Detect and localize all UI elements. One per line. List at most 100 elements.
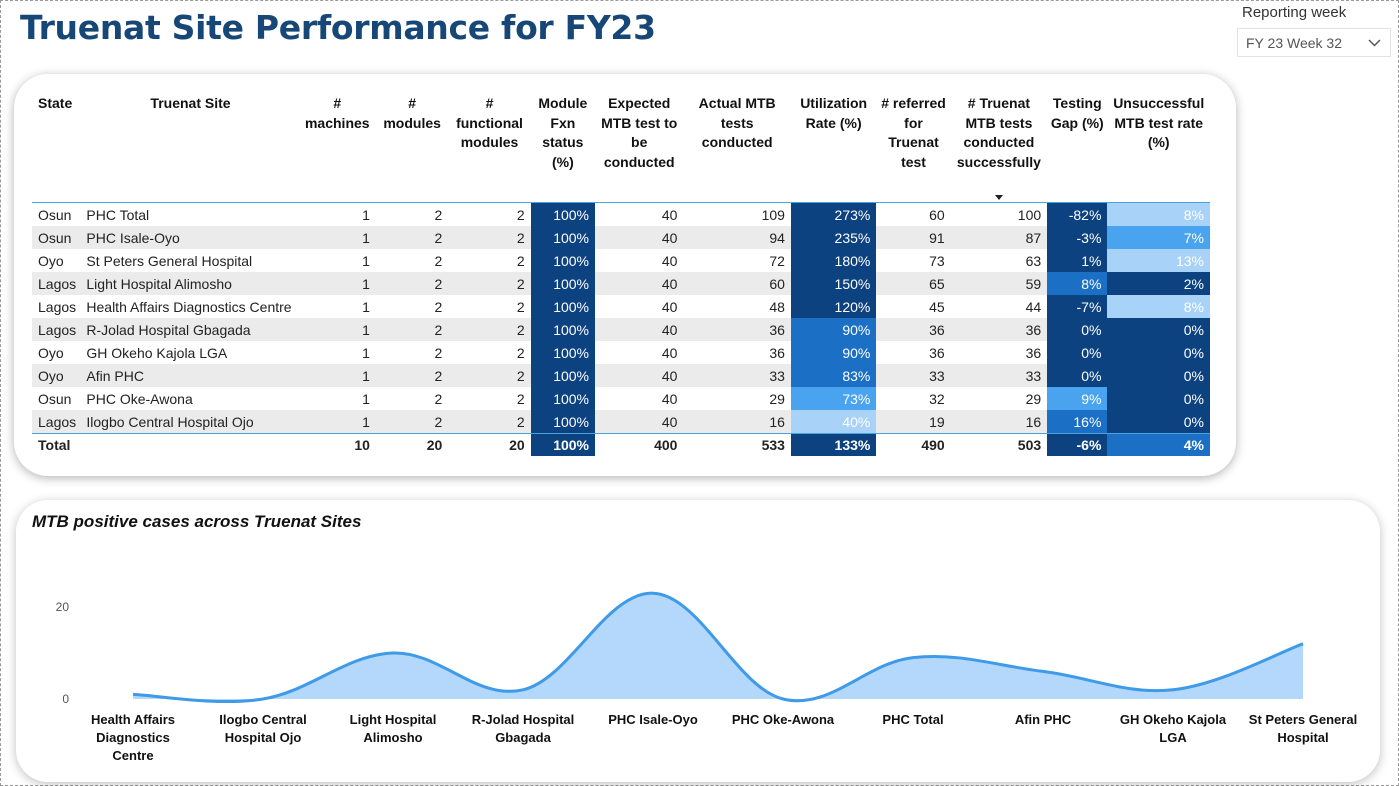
table-row[interactable]: Osun PHC Isale-Oyo 1 2 2 100% 40 94 235% 91 87 -3% 7… <box>32 226 1210 249</box>
table-row[interactable]: Oyo St Peters General Hospital 1 2 2 100% 40 72… <box>32 249 1210 272</box>
row-expected-tests: 40 <box>595 226 684 249</box>
column-header-referred[interactable]: # referred for Truenat test <box>876 94 951 203</box>
row-expected-tests: 40 <box>595 410 684 434</box>
total-machines: 10 <box>298 433 376 456</box>
row-modules: 2 <box>375 249 449 272</box>
row-successful-tests: 16 <box>950 410 1048 434</box>
reporting-week-dropdown[interactable]: FY 23 Week 32 <box>1237 28 1391 57</box>
row-expected-tests: 40 <box>595 295 684 318</box>
row-machines: 1 <box>298 249 376 272</box>
row-modules: 2 <box>375 387 449 410</box>
row-referred: 45 <box>876 295 951 318</box>
row-site: Light Hospital Alimosho <box>82 272 299 295</box>
table-row[interactable]: Lagos R-Jolad Hospital Gbagada 1 2 2 100% 40 36… <box>32 318 1210 341</box>
total-testing-gap: -6% <box>1047 433 1108 456</box>
column-header-unsuccessful-rate[interactable]: Unsuccessful MTB test rate (%) <box>1107 94 1210 203</box>
row-machines: 1 <box>298 341 376 364</box>
data-point[interactable] <box>908 653 918 663</box>
row-referred: 33 <box>876 364 951 387</box>
row-expected-tests: 40 <box>595 387 684 410</box>
row-expected-tests: 40 <box>595 318 684 341</box>
total-utilization-rate: 133% <box>790 433 877 456</box>
row-state: Osun <box>32 226 83 249</box>
row-actual-tests: 48 <box>683 295 791 318</box>
row-machines: 1 <box>298 295 376 318</box>
row-utilization-rate: 73% <box>790 387 877 410</box>
column-header-actual-tests[interactable]: Actual MTB tests conducted <box>683 94 791 203</box>
table-row[interactable]: Osun PHC Oke-Awona 1 2 2 100% 40 29 73% 32 29 9% 0% <box>32 387 1210 410</box>
row-modules: 2 <box>375 295 449 318</box>
data-point[interactable] <box>648 588 658 598</box>
mtb-positive-chart-card: MTB positive cases across Truenat Sites … <box>16 500 1380 782</box>
row-testing-gap: 0% <box>1047 318 1108 341</box>
row-testing-gap: -82% <box>1047 202 1108 226</box>
row-testing-gap: 16% <box>1047 410 1108 434</box>
row-modules: 2 <box>375 226 449 249</box>
row-actual-tests: 33 <box>683 364 791 387</box>
column-header-functional-modules[interactable]: # functional modules <box>448 94 531 203</box>
row-successful-tests: 59 <box>950 272 1048 295</box>
table-row[interactable]: Oyo GH Okeho Kajola LGA 1 2 2 100% 40 36 90% 36 36… <box>32 341 1210 364</box>
column-header-successful-tests-label: # Truenat MTB tests conducted successful… <box>956 95 1041 170</box>
row-successful-tests: 44 <box>950 295 1048 318</box>
table-row[interactable]: Lagos Health Affairs Diagnostics Centre 1 2… <box>32 295 1210 318</box>
row-state: Lagos <box>32 295 83 318</box>
column-header-expected-tests[interactable]: Expected MTB test to be conducted <box>595 94 684 203</box>
data-point[interactable] <box>1298 639 1308 649</box>
data-point[interactable] <box>1168 685 1178 695</box>
data-point[interactable] <box>518 685 528 695</box>
column-header-machines[interactable]: # machines <box>298 94 376 203</box>
row-module-fxn-status: 100% <box>530 249 595 272</box>
column-header-site[interactable]: Truenat Site <box>82 94 299 203</box>
row-referred: 19 <box>876 410 951 434</box>
sort-descending-icon <box>994 195 1003 200</box>
row-utilization-rate: 83% <box>790 364 877 387</box>
x-tick-label: Afin PHC <box>1015 712 1072 727</box>
table-row[interactable]: Lagos Light Hospital Alimosho 1 2 2 100% 40 60 1… <box>32 272 1210 295</box>
row-testing-gap: 8% <box>1047 272 1108 295</box>
row-machines: 1 <box>298 410 376 434</box>
area-fill <box>133 593 1303 702</box>
table-row[interactable]: Oyo Afin PHC 1 2 2 100% 40 33 83% 33 33 0% 0% <box>32 364 1210 387</box>
column-header-utilization-rate[interactable]: Utilization Rate (%) <box>790 94 877 203</box>
column-header-testing-gap[interactable]: Testing Gap (%) <box>1047 94 1108 203</box>
row-testing-gap: -7% <box>1047 295 1108 318</box>
row-referred: 60 <box>876 202 951 226</box>
column-header-state[interactable]: State <box>32 94 83 203</box>
data-point[interactable] <box>778 694 788 704</box>
row-successful-tests: 36 <box>950 341 1048 364</box>
row-state: Oyo <box>32 249 83 272</box>
row-site: R-Jolad Hospital Gbagada <box>82 318 299 341</box>
row-site: Afin PHC <box>82 364 299 387</box>
data-point[interactable] <box>128 689 138 699</box>
y-tick-label: 20 <box>56 600 70 614</box>
row-actual-tests: 72 <box>683 249 791 272</box>
row-unsuccessful-rate: 0% <box>1107 318 1210 341</box>
column-header-modules[interactable]: # modules <box>375 94 449 203</box>
row-state: Osun <box>32 387 83 410</box>
total-expected-tests: 400 <box>595 433 684 456</box>
x-tick-label: Ilogbo Central Hospital Ojo <box>219 712 306 745</box>
row-site: Ilogbo Central Hospital Ojo <box>82 410 299 434</box>
row-utilization-rate: 90% <box>790 318 877 341</box>
row-modules: 2 <box>375 341 449 364</box>
row-module-fxn-status: 100% <box>530 364 595 387</box>
row-successful-tests: 87 <box>950 226 1048 249</box>
data-point[interactable] <box>1038 666 1048 676</box>
row-unsuccessful-rate: 2% <box>1107 272 1210 295</box>
row-successful-tests: 33 <box>950 364 1048 387</box>
row-functional-modules: 2 <box>448 272 531 295</box>
row-actual-tests: 109 <box>683 202 791 226</box>
data-point[interactable] <box>388 648 398 658</box>
column-header-module-fxn-status[interactable]: Module Fxn status (%) <box>530 94 595 203</box>
data-point[interactable] <box>258 694 268 704</box>
row-actual-tests: 60 <box>683 272 791 295</box>
column-header-successful-tests[interactable]: # Truenat MTB tests conducted successful… <box>950 94 1048 203</box>
table-row[interactable]: Lagos Ilogbo Central Hospital Ojo 1 2 2 100% 4… <box>32 410 1210 434</box>
row-state: Osun <box>32 202 83 226</box>
row-module-fxn-status: 100% <box>530 272 595 295</box>
table-row[interactable]: Osun PHC Total 1 2 2 100% 40 109 273% 60 100 -82% 8% <box>32 202 1210 226</box>
total-module-fxn-status: 100% <box>530 433 595 456</box>
row-utilization-rate: 273% <box>790 202 877 226</box>
row-testing-gap: -3% <box>1047 226 1108 249</box>
